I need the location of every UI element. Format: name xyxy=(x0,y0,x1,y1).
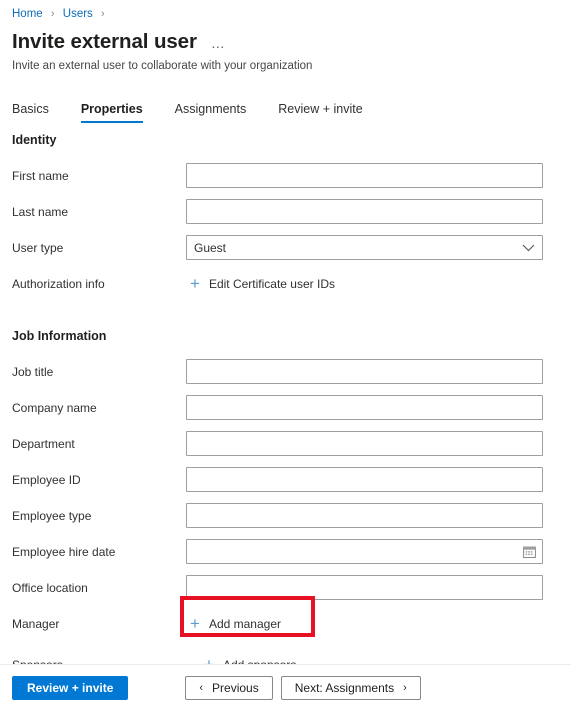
field-row-manager: Manager + Add manager xyxy=(0,608,571,639)
breadcrumb: Home › Users › xyxy=(0,0,571,21)
label-authorization-info: Authorization info xyxy=(12,276,105,291)
label-company-name: Company name xyxy=(12,400,97,415)
breadcrumb-item-home[interactable]: Home xyxy=(12,8,43,20)
user-type-selected-value[interactable]: Guest xyxy=(186,235,543,260)
control-department xyxy=(186,431,571,456)
company-name-input[interactable] xyxy=(186,395,543,420)
section-heading-job-information: Job Information xyxy=(12,329,107,343)
label-employee-type: Employee type xyxy=(12,508,92,523)
control-employee-type xyxy=(186,503,571,528)
label-sponsors: Sponsors xyxy=(12,657,63,665)
title-row: Invite external user … xyxy=(12,29,559,55)
page-subtitle: Invite an external user to collaborate w… xyxy=(12,60,313,72)
field-row-job-title: Job title xyxy=(0,356,571,387)
wizard-footer: Review + invite ‹ Previous Next: Assignm… xyxy=(0,665,571,710)
control-first-name xyxy=(186,163,571,188)
wizard-tabs: Basics Properties Assignments Review + i… xyxy=(0,93,571,123)
add-manager-button[interactable]: + Add manager xyxy=(186,614,287,634)
chevron-right-icon: › xyxy=(403,681,407,694)
edit-certificate-user-ids-button[interactable]: + Edit Certificate user IDs xyxy=(186,274,341,294)
properties-form: Identity First name Last name User type … xyxy=(0,133,571,665)
control-last-name xyxy=(186,199,571,224)
page-header: Invite external user … Invite an externa… xyxy=(0,21,571,74)
more-options-icon[interactable]: … xyxy=(211,35,227,51)
add-sponsors-button[interactable]: + Add sponsors xyxy=(200,655,302,665)
field-row-user-type: User type Guest xyxy=(0,232,571,263)
review-invite-button[interactable]: Review + invite xyxy=(12,675,129,700)
employee-hire-date-input[interactable] xyxy=(186,539,543,564)
label-manager: Manager xyxy=(12,616,60,631)
label-office-location: Office location xyxy=(12,580,88,595)
edit-certificate-user-ids-label: Edit Certificate user IDs xyxy=(208,276,335,291)
field-row-employee-id: Employee ID xyxy=(0,464,571,495)
tab-properties[interactable]: Properties xyxy=(80,102,143,123)
user-type-dropdown[interactable]: Guest xyxy=(186,235,543,260)
section-heading-identity: Identity xyxy=(12,133,57,147)
add-sponsors-label: Add sponsors xyxy=(222,657,297,665)
last-name-input[interactable] xyxy=(186,199,543,224)
field-row-last-name: Last name xyxy=(0,196,571,227)
field-row-sponsors: Sponsors + Add sponsors xyxy=(0,644,571,665)
employee-hire-date-picker[interactable] xyxy=(186,539,543,564)
job-title-input[interactable] xyxy=(186,359,543,384)
label-last-name: Last name xyxy=(12,204,69,219)
add-manager-label: Add manager xyxy=(208,616,281,631)
breadcrumb-separator-icon: › xyxy=(50,8,55,20)
control-office-location xyxy=(186,575,571,600)
field-row-authorization-info: Authorization info + Edit Certificate us… xyxy=(0,268,571,299)
next-assignments-button[interactable]: Next: Assignments › xyxy=(280,675,421,700)
wizard-nav-buttons: ‹ Previous Next: Assignments › xyxy=(185,675,421,700)
label-employee-hire-date: Employee hire date xyxy=(12,544,116,559)
chevron-left-icon: ‹ xyxy=(199,681,204,694)
label-first-name: First name xyxy=(12,168,69,183)
control-job-title xyxy=(186,359,571,384)
employee-type-input[interactable] xyxy=(186,503,543,528)
plus-icon: + xyxy=(190,273,200,293)
control-sponsors: + Add sponsors xyxy=(186,655,571,665)
next-label: Next: Assignments xyxy=(294,680,395,695)
control-employee-id xyxy=(186,467,571,492)
control-user-type: Guest xyxy=(186,235,571,260)
department-input[interactable] xyxy=(186,431,543,456)
tab-review-invite[interactable]: Review + invite xyxy=(278,102,362,123)
tab-assignments[interactable]: Assignments xyxy=(175,102,247,123)
field-row-company-name: Company name xyxy=(0,392,571,423)
field-row-department: Department xyxy=(0,428,571,459)
control-company-name xyxy=(186,395,571,420)
field-row-employee-type: Employee type xyxy=(0,500,571,531)
plus-icon: + xyxy=(190,613,200,633)
office-location-input[interactable] xyxy=(186,575,543,600)
label-department: Department xyxy=(12,436,75,451)
first-name-input[interactable] xyxy=(186,163,543,188)
employee-id-input[interactable] xyxy=(186,467,543,492)
previous-label: Previous xyxy=(212,680,259,695)
page-title: Invite external user xyxy=(12,30,197,53)
field-row-office-location: Office location xyxy=(0,572,571,603)
control-manager: + Add manager xyxy=(186,614,571,634)
field-row-employee-hire-date: Employee hire date xyxy=(0,536,571,567)
label-job-title: Job title xyxy=(12,364,54,379)
control-employee-hire-date xyxy=(186,539,571,564)
tab-basics[interactable]: Basics xyxy=(12,102,49,123)
label-employee-id: Employee ID xyxy=(12,472,81,487)
control-authorization-info: + Edit Certificate user IDs xyxy=(186,274,571,294)
breadcrumb-separator-icon: › xyxy=(101,8,105,20)
label-user-type: User type xyxy=(12,240,64,255)
field-row-first-name: First name xyxy=(0,160,571,191)
previous-button[interactable]: ‹ Previous xyxy=(185,675,273,700)
breadcrumb-item-users[interactable]: Users xyxy=(63,8,93,20)
